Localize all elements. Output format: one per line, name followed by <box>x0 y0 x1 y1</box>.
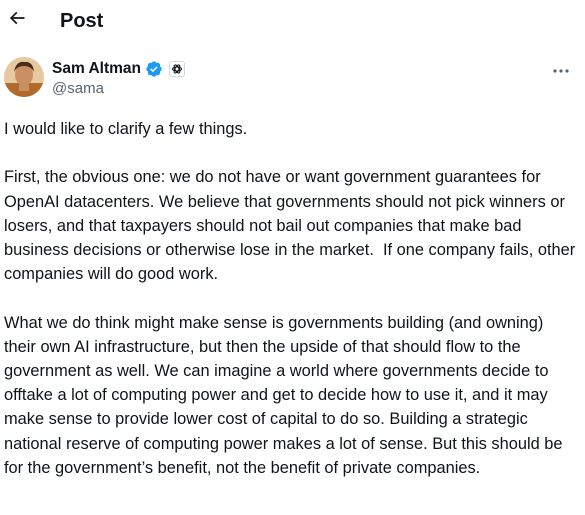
author-name-row: Sam Altman <box>52 59 186 79</box>
post-paragraph: What we do think might make sense is gov… <box>4 313 568 477</box>
post-page: Post Sam Altman @sama I would like to cl… <box>0 0 585 515</box>
author-name[interactable]: Sam Altman <box>52 59 141 79</box>
author-handle[interactable]: @sama <box>52 79 104 99</box>
avatar[interactable] <box>4 57 44 97</box>
post-paragraph: I would like to clarify a few things. <box>4 120 248 138</box>
more-horizontal-icon <box>552 61 570 79</box>
verified-badge-icon[interactable] <box>145 60 163 78</box>
page-title: Post <box>60 10 104 32</box>
more-button[interactable] <box>550 60 572 80</box>
post-text: I would like to clarify a few things. Fi… <box>4 117 579 480</box>
page-header: Post <box>0 0 585 42</box>
post-paragraph: First, the obvious one: we do not have o… <box>4 168 580 284</box>
openai-logo-icon[interactable] <box>169 61 186 77</box>
arrow-left-icon <box>7 8 27 33</box>
back-button[interactable] <box>4 6 30 34</box>
